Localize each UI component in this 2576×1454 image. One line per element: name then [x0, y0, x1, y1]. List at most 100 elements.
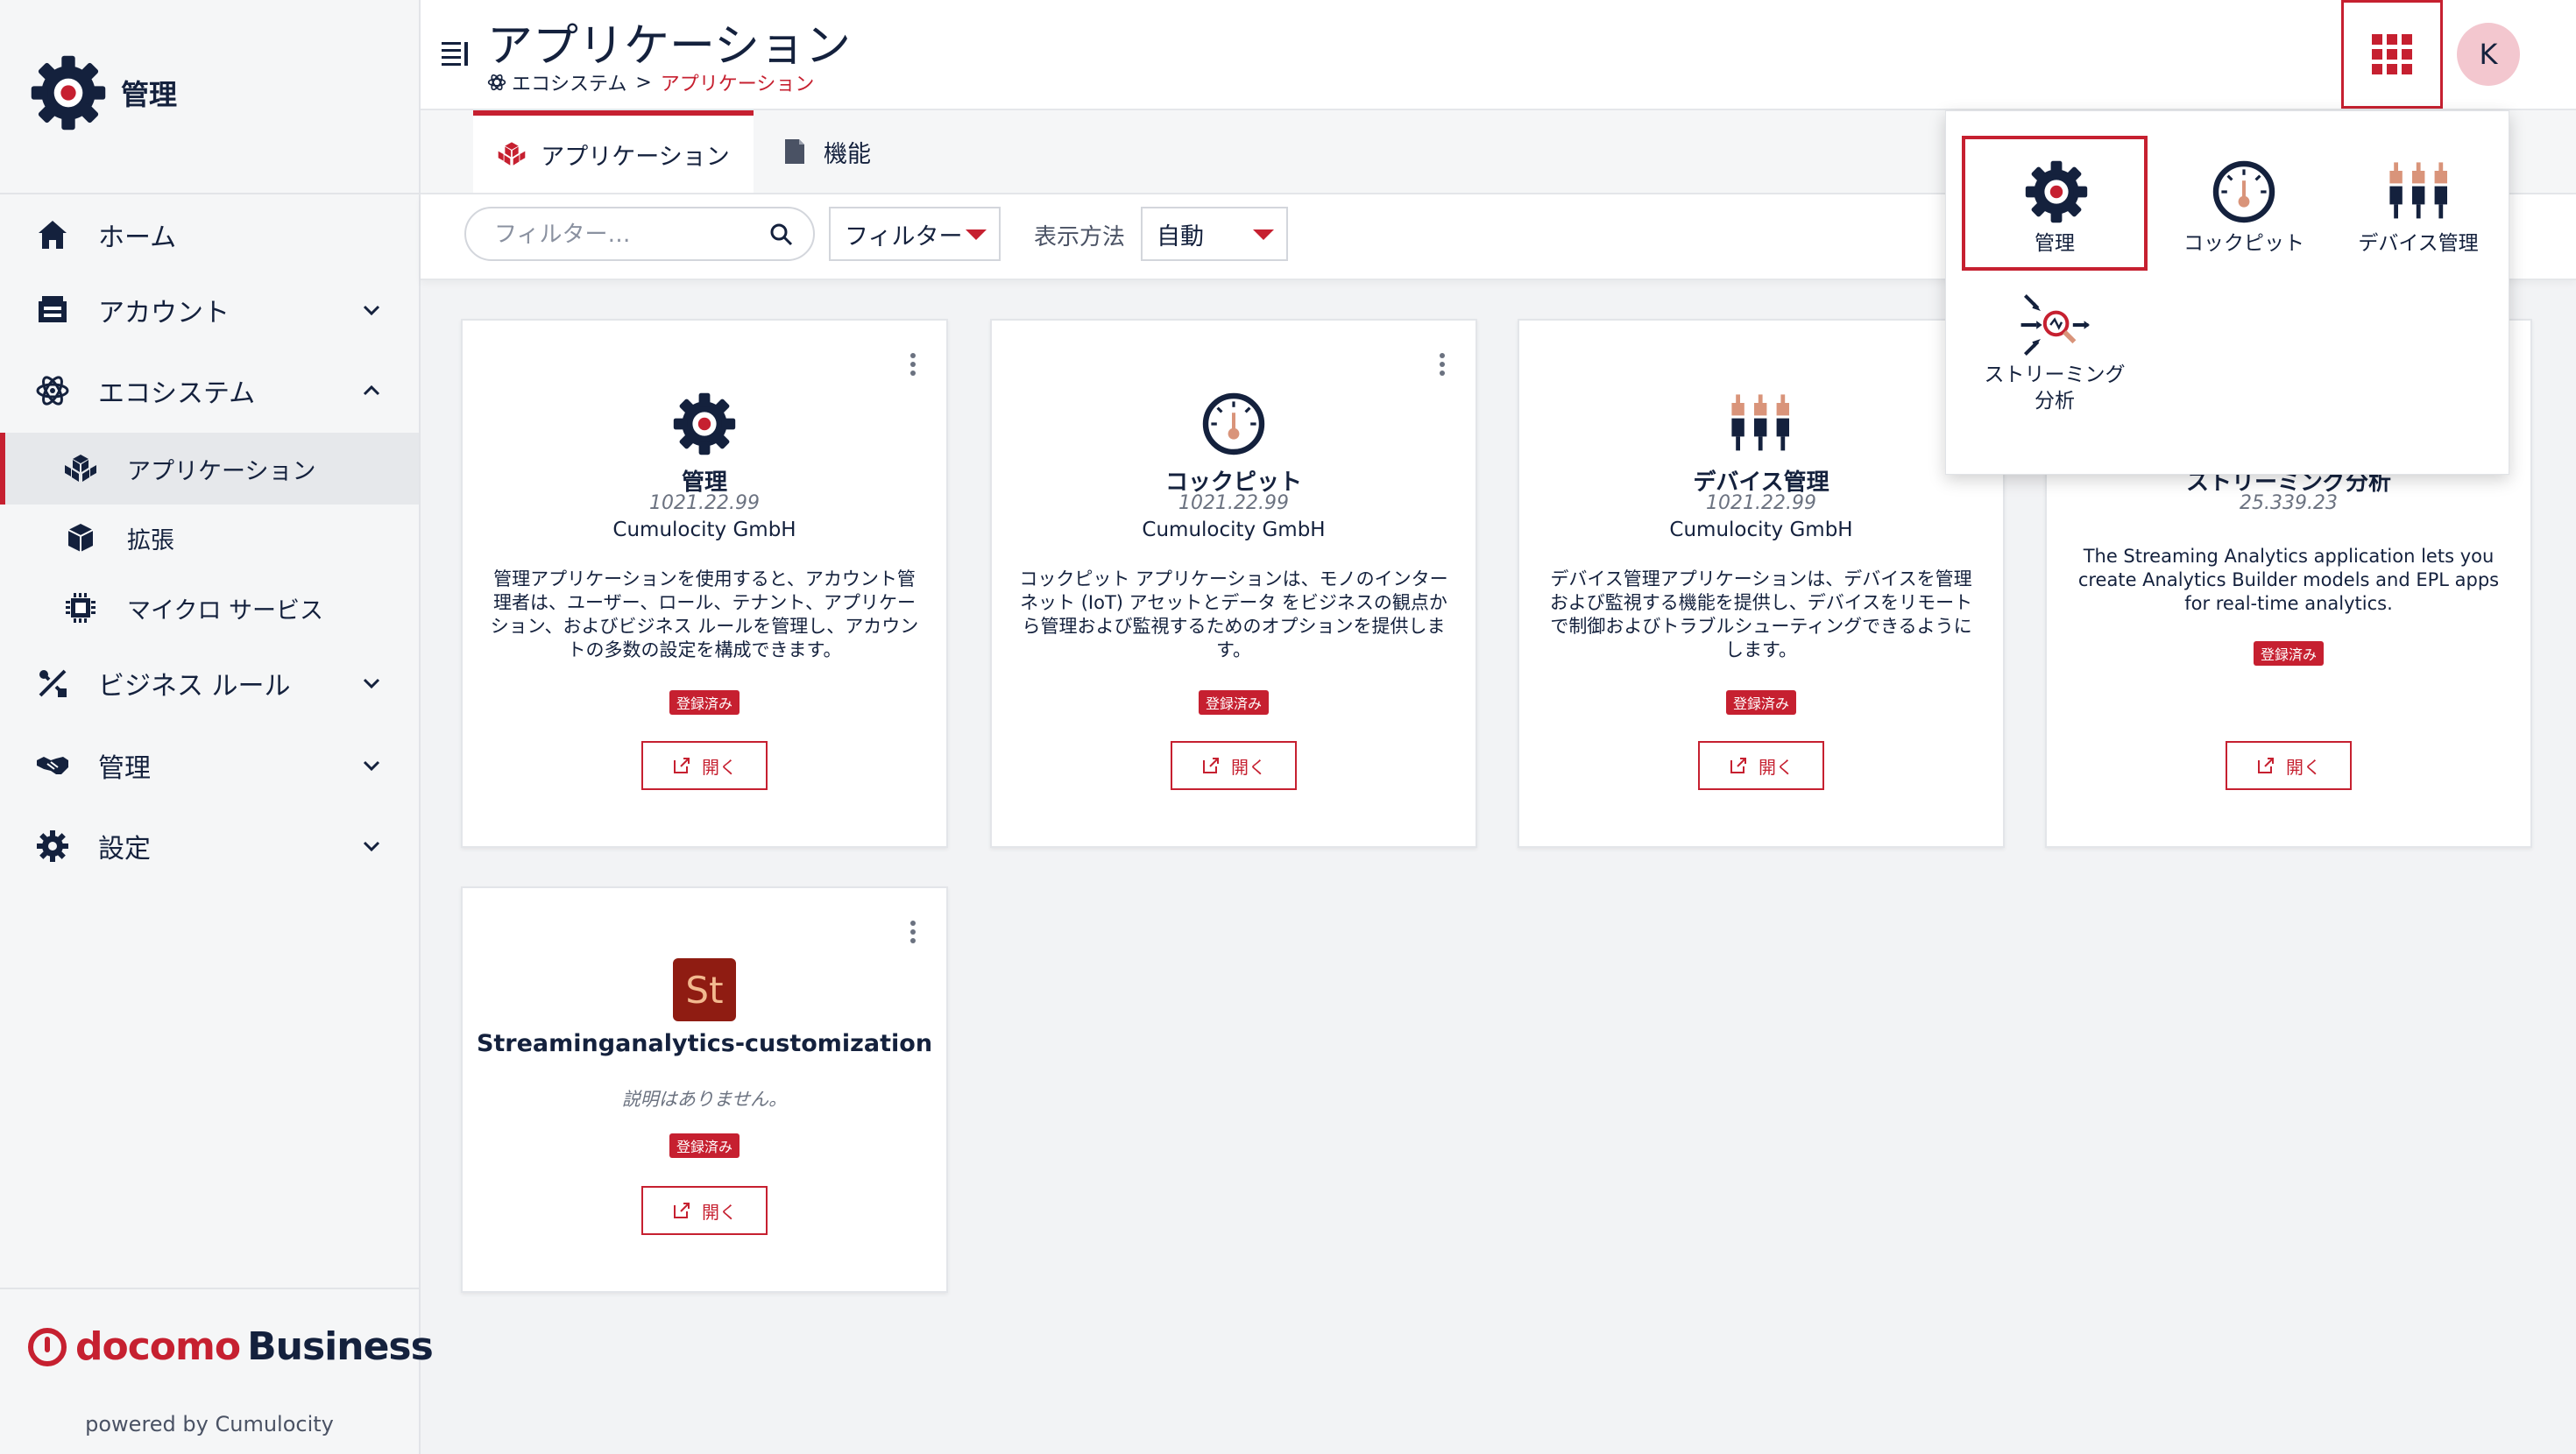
- app-name: Streaminganalytics-customization: [476, 1030, 933, 1057]
- sidebar-item-label: アプリケーション: [127, 457, 316, 485]
- app-switcher-item-streaming-analytics[interactable]: ストリーミング 分析: [1962, 286, 2148, 421]
- header: アプリケーション エコシステム > アプリケーション: [421, 0, 2576, 110]
- gear-icon: [673, 392, 736, 455]
- open-button-label: 開く: [702, 1201, 737, 1223]
- tab-applications[interactable]: アプリケーション: [473, 110, 754, 193]
- sidebar-item-extensions[interactable]: 拡張: [0, 501, 419, 575]
- logo-text: docomo Business: [75, 1324, 434, 1369]
- sidebar-item-admin[interactable]: 管理: [0, 729, 419, 802]
- sidebar-item-label: アカウント: [98, 298, 230, 328]
- app-switcher-label: デバイス管理: [2358, 232, 2479, 255]
- sidebar-item-applications[interactable]: アプリケーション: [0, 433, 419, 505]
- gauge-icon: [2212, 160, 2275, 223]
- chevron-down-icon: [363, 305, 380, 316]
- sidebar-item-home[interactable]: ホーム: [0, 198, 419, 272]
- more-options-icon[interactable]: [909, 920, 916, 944]
- account-icon: [33, 291, 72, 329]
- app-switcher-button[interactable]: [2341, 0, 2443, 109]
- streaming-icon: [2020, 293, 2090, 356]
- external-link-icon: [674, 1203, 690, 1218]
- view-select[interactable]: 自動: [1141, 207, 1288, 261]
- open-button[interactable]: 開く: [641, 1186, 768, 1235]
- st-icon: St: [673, 958, 736, 1021]
- menu-toggle-icon[interactable]: [440, 37, 471, 68]
- company-logo: docomo Business: [28, 1324, 434, 1369]
- more-options-icon[interactable]: [909, 352, 916, 377]
- chevron-down-icon: [363, 841, 380, 852]
- chevron-down-icon: [363, 760, 380, 772]
- sidebar-item-label: 拡張: [127, 526, 174, 554]
- app-switcher-label: ストリーミング 分析: [1984, 364, 2126, 413]
- brand[interactable]: 管理: [26, 49, 177, 137]
- handshake-icon: [33, 746, 72, 785]
- sidebar-footer-divider: [0, 1288, 419, 1289]
- status-badge: 登録済み: [2253, 641, 2325, 666]
- app-icon-wrap: [992, 389, 1476, 462]
- cog-icon: [33, 827, 72, 865]
- app-version: 1021.22.99: [1178, 492, 1289, 514]
- app-switcher-item-admin[interactable]: 管理: [1962, 136, 2148, 271]
- sidebar-item-label: ホーム: [98, 222, 177, 253]
- external-link-icon: [1203, 758, 1219, 773]
- more-options-icon[interactable]: [1439, 352, 1446, 377]
- app-icon-wrap: St: [463, 958, 946, 1032]
- app-card: St Streaminganalytics-customization 説明はあ…: [461, 886, 948, 1293]
- breadcrumb-separator: >: [635, 71, 652, 94]
- external-link-icon: [1730, 758, 1746, 773]
- tab-features[interactable]: 機能: [780, 110, 871, 193]
- device-icon: [1731, 394, 1789, 451]
- external-link-icon: [674, 758, 690, 773]
- app-version: 1021.22.99: [1706, 492, 1816, 514]
- external-link-icon: [2258, 758, 2274, 773]
- open-button[interactable]: 開く: [1698, 741, 1824, 790]
- sidebar-item-business-rules[interactable]: ビジネス ルール: [0, 646, 419, 720]
- sidebar-item-microservices[interactable]: マイクロ サービス: [0, 571, 419, 645]
- open-button[interactable]: 開く: [1171, 741, 1297, 790]
- app-card: デバイス管理 1021.22.99 Cumulocity GmbH デバイス管理…: [1518, 319, 2005, 848]
- app-switcher-item-device-management[interactable]: デバイス管理: [2319, 136, 2517, 271]
- filter-select[interactable]: フィルター: [829, 207, 1001, 261]
- app-vendor: Cumulocity GmbH: [1142, 519, 1326, 541]
- atom-icon: [487, 74, 506, 91]
- status-badge: 登録済み: [1725, 690, 1797, 715]
- document-icon: [785, 139, 804, 164]
- filter-select-value: フィルター: [845, 222, 963, 251]
- search-box: [464, 207, 815, 261]
- atom-icon: [33, 371, 72, 410]
- view-label: 表示方法: [1034, 224, 1126, 251]
- app-switcher-item-cockpit[interactable]: コックピット: [2151, 136, 2337, 271]
- breadcrumb: エコシステム > アプリケーション: [487, 68, 814, 96]
- chevron-up-icon: [363, 385, 380, 396]
- app-icon-wrap: [1519, 389, 2003, 462]
- app-version: 25.339.23: [2240, 492, 2338, 514]
- cubes-icon: [498, 142, 526, 166]
- sidebar: 管理 ホーム アカウント エコシステム アプリケーション 拡張 マイクロ サービ…: [0, 0, 434, 1454]
- breadcrumb-applications[interactable]: アプリケーション: [661, 68, 815, 96]
- avatar[interactable]: K: [2457, 23, 2520, 86]
- sidebar-item-settings[interactable]: 設定: [0, 809, 419, 883]
- cubes-icon: [61, 449, 100, 488]
- sidebar-divider: [0, 193, 419, 194]
- open-button-label: 開く: [1231, 756, 1266, 778]
- chip-icon: [61, 589, 100, 627]
- rules-icon: [33, 664, 72, 702]
- app-switcher-menu: 管理 コックピット デバイス管理 ストリーミング 分析: [1945, 110, 2509, 475]
- search-icon[interactable]: [769, 222, 794, 247]
- search-input[interactable]: [492, 215, 759, 254]
- sidebar-item-ecosystem[interactable]: エコシステム: [0, 354, 419, 427]
- app-card: 管理 1021.22.99 Cumulocity GmbH 管理アプリケーション…: [461, 319, 948, 848]
- gauge-icon: [1202, 392, 1265, 455]
- sidebar-item-label: 管理: [98, 753, 151, 784]
- gear-icon: [2025, 160, 2088, 223]
- app-vendor: Cumulocity GmbH: [1669, 519, 1853, 541]
- logo-docomo: docomo: [75, 1324, 241, 1369]
- sidebar-item-account[interactable]: アカウント: [0, 273, 419, 347]
- app-version: 1021.22.99: [649, 492, 760, 514]
- open-button[interactable]: 開く: [2226, 741, 2352, 790]
- view-select-value: 自動: [1157, 222, 1204, 251]
- cube-icon: [61, 519, 100, 557]
- sidebar-item-label: 設定: [98, 834, 151, 865]
- open-button[interactable]: 開く: [641, 741, 768, 790]
- sidebar-item-label: ビジネス ルール: [98, 671, 291, 702]
- breadcrumb-ecosystem[interactable]: エコシステム: [512, 68, 626, 96]
